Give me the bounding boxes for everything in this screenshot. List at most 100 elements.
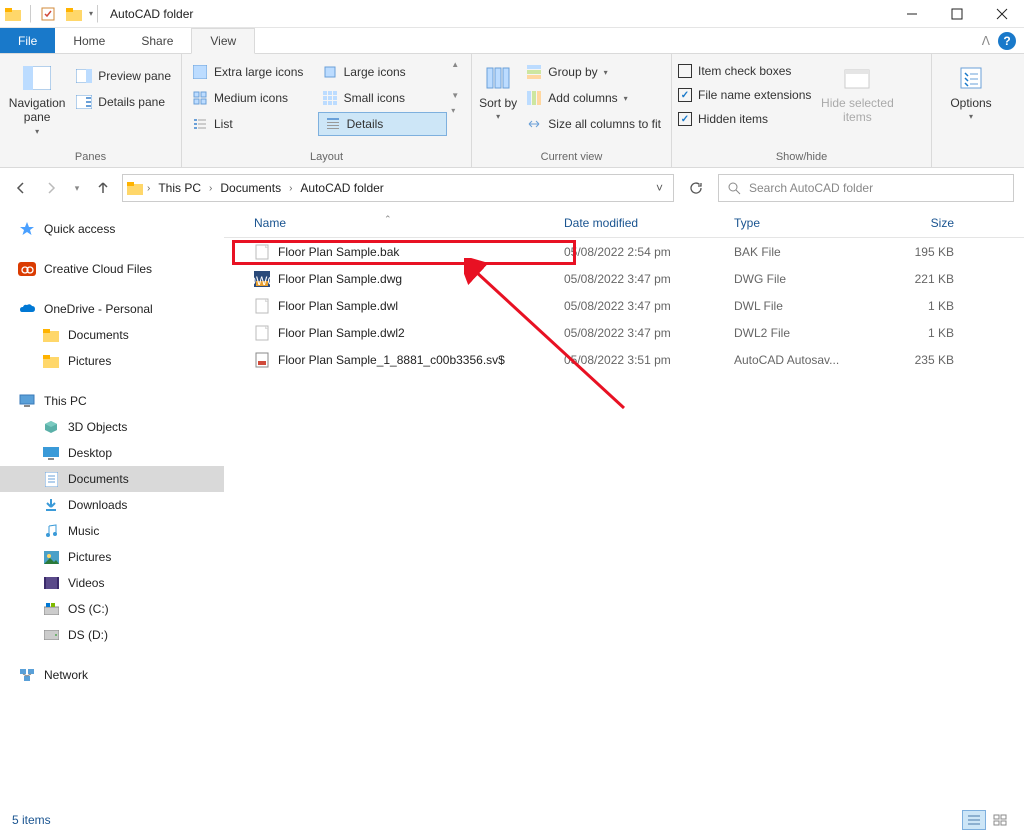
back-button[interactable]: [10, 177, 32, 199]
sidebar-item-music[interactable]: Music: [0, 518, 224, 544]
sidebar-item-pictures[interactable]: Pictures: [0, 544, 224, 570]
forward-button[interactable]: [40, 177, 62, 199]
navigation-pane-button[interactable]: Navigation pane ▾: [6, 58, 68, 136]
chevron-right-icon[interactable]: ›: [287, 183, 294, 194]
sidebar-item-od-documents[interactable]: Documents: [0, 322, 224, 348]
layout-list[interactable]: List: [188, 112, 318, 136]
file-type: DWG File: [734, 272, 884, 286]
maximize-button[interactable]: [934, 0, 979, 28]
folder-icon: [42, 352, 60, 370]
file-icon: [254, 298, 270, 314]
column-size[interactable]: Size: [884, 216, 974, 230]
videos-icon: [42, 574, 60, 592]
sidebar-item-videos[interactable]: Videos: [0, 570, 224, 596]
sidebar-item-od-pictures[interactable]: Pictures: [0, 348, 224, 374]
hidden-items-toggle[interactable]: Hidden items: [678, 108, 811, 130]
checkbox-checked-icon: [678, 88, 692, 102]
tab-home[interactable]: Home: [55, 28, 123, 53]
recent-locations-button[interactable]: ▾: [70, 177, 84, 199]
column-date[interactable]: Date modified: [564, 216, 734, 230]
ribbon: Navigation pane ▾ Preview pane Details p…: [0, 54, 1024, 168]
music-icon: [42, 522, 60, 540]
layout-small[interactable]: Small icons: [318, 86, 448, 110]
group-by-button[interactable]: Group by ▾: [522, 60, 665, 84]
title-bar: ▾ AutoCAD folder: [0, 0, 1024, 28]
sidebar-item-3d-objects[interactable]: 3D Objects: [0, 414, 224, 440]
layout-extra-large[interactable]: Extra large icons: [188, 60, 318, 84]
file-size: 1 KB: [884, 326, 974, 340]
tab-view[interactable]: View: [191, 28, 255, 54]
medium-icons-icon: [192, 90, 208, 106]
qat-dropdown-icon[interactable]: ▾: [89, 9, 93, 18]
desktop-icon: [42, 444, 60, 462]
details-icon: [325, 116, 341, 132]
column-type[interactable]: Type: [734, 216, 884, 230]
breadcrumb[interactable]: › This PC › Documents › AutoCAD folder ˅: [122, 174, 674, 202]
extra-large-icons-icon: [192, 64, 208, 80]
list-icon: [192, 116, 208, 132]
sidebar-item-network[interactable]: Network: [0, 662, 224, 688]
breadcrumb-documents[interactable]: Documents: [216, 181, 285, 195]
chevron-right-icon[interactable]: ›: [207, 183, 214, 194]
group-label-current-view: Current view: [472, 149, 671, 167]
close-button[interactable]: [979, 0, 1024, 28]
refresh-button[interactable]: [682, 174, 710, 202]
size-columns-icon: [526, 116, 542, 132]
item-check-boxes-toggle[interactable]: Item check boxes: [678, 60, 811, 82]
breadcrumb-this-pc[interactable]: This PC: [154, 181, 205, 195]
chevron-down-icon: ▾: [969, 112, 973, 121]
layout-large[interactable]: Large icons: [318, 60, 448, 84]
file-extensions-toggle[interactable]: File name extensions: [678, 84, 811, 106]
up-button[interactable]: [92, 177, 114, 199]
layout-more[interactable]: ▾: [451, 106, 465, 115]
tab-file[interactable]: File: [0, 28, 55, 53]
file-type: AutoCAD Autosav...: [734, 353, 884, 367]
preview-pane-button[interactable]: Preview pane: [72, 64, 175, 88]
drive-icon: [42, 600, 60, 618]
size-columns-button[interactable]: Size all columns to fit: [522, 112, 665, 136]
sidebar-item-quick-access[interactable]: Quick access: [0, 216, 224, 242]
main-area: Quick access Creative Cloud Files OneDri…: [0, 208, 1024, 810]
details-pane-icon: [76, 94, 92, 110]
sort-by-button[interactable]: Sort by ▾: [478, 58, 518, 121]
column-name[interactable]: Name⌃: [224, 216, 564, 230]
breadcrumb-folder[interactable]: AutoCAD folder: [296, 181, 387, 195]
tab-share[interactable]: Share: [123, 28, 191, 53]
collapse-ribbon-icon[interactable]: ᐱ: [982, 34, 990, 48]
minimize-button[interactable]: [889, 0, 934, 28]
details-pane-button[interactable]: Details pane: [72, 90, 175, 114]
add-columns-button[interactable]: Add columns ▾: [522, 86, 665, 110]
file-size: 221 KB: [884, 272, 974, 286]
view-details-button[interactable]: [962, 810, 986, 830]
navigation-sidebar: Quick access Creative Cloud Files OneDri…: [0, 208, 224, 810]
help-icon[interactable]: ?: [998, 32, 1016, 50]
breadcrumb-dropdown[interactable]: ˅: [650, 181, 669, 195]
chevron-right-icon[interactable]: ›: [145, 183, 152, 194]
sidebar-item-this-pc[interactable]: This PC: [0, 388, 224, 414]
layout-scroll-up[interactable]: ▲: [451, 60, 465, 69]
options-button[interactable]: Options ▾: [941, 58, 1001, 121]
sidebar-item-onedrive[interactable]: OneDrive - Personal: [0, 296, 224, 322]
search-input[interactable]: Search AutoCAD folder: [718, 174, 1014, 202]
sidebar-item-creative-cloud[interactable]: Creative Cloud Files: [0, 256, 224, 282]
sidebar-item-desktop[interactable]: Desktop: [0, 440, 224, 466]
status-item-count: 5 items: [12, 813, 51, 827]
sidebar-item-documents[interactable]: Documents: [0, 466, 224, 492]
options-icon: [955, 62, 987, 94]
sidebar-item-downloads[interactable]: Downloads: [0, 492, 224, 518]
layout-scroll-down[interactable]: ▼: [451, 91, 465, 100]
sidebar-item-ds-d[interactable]: DS (D:): [0, 622, 224, 648]
search-placeholder: Search AutoCAD folder: [749, 181, 873, 195]
file-size: 1 KB: [884, 299, 974, 313]
folder-icon: [42, 326, 60, 344]
layout-medium[interactable]: Medium icons: [188, 86, 318, 110]
view-thumbnails-button[interactable]: [988, 810, 1012, 830]
properties-icon[interactable]: [39, 5, 57, 23]
sidebar-item-os-c[interactable]: OS (C:): [0, 596, 224, 622]
network-icon: [18, 666, 36, 684]
layout-details[interactable]: Details: [318, 112, 448, 136]
downloads-icon: [42, 496, 60, 514]
folder-icon-small[interactable]: [65, 5, 83, 23]
hide-selected-button[interactable]: Hide selected items: [815, 58, 899, 125]
file-icon: [254, 352, 270, 368]
